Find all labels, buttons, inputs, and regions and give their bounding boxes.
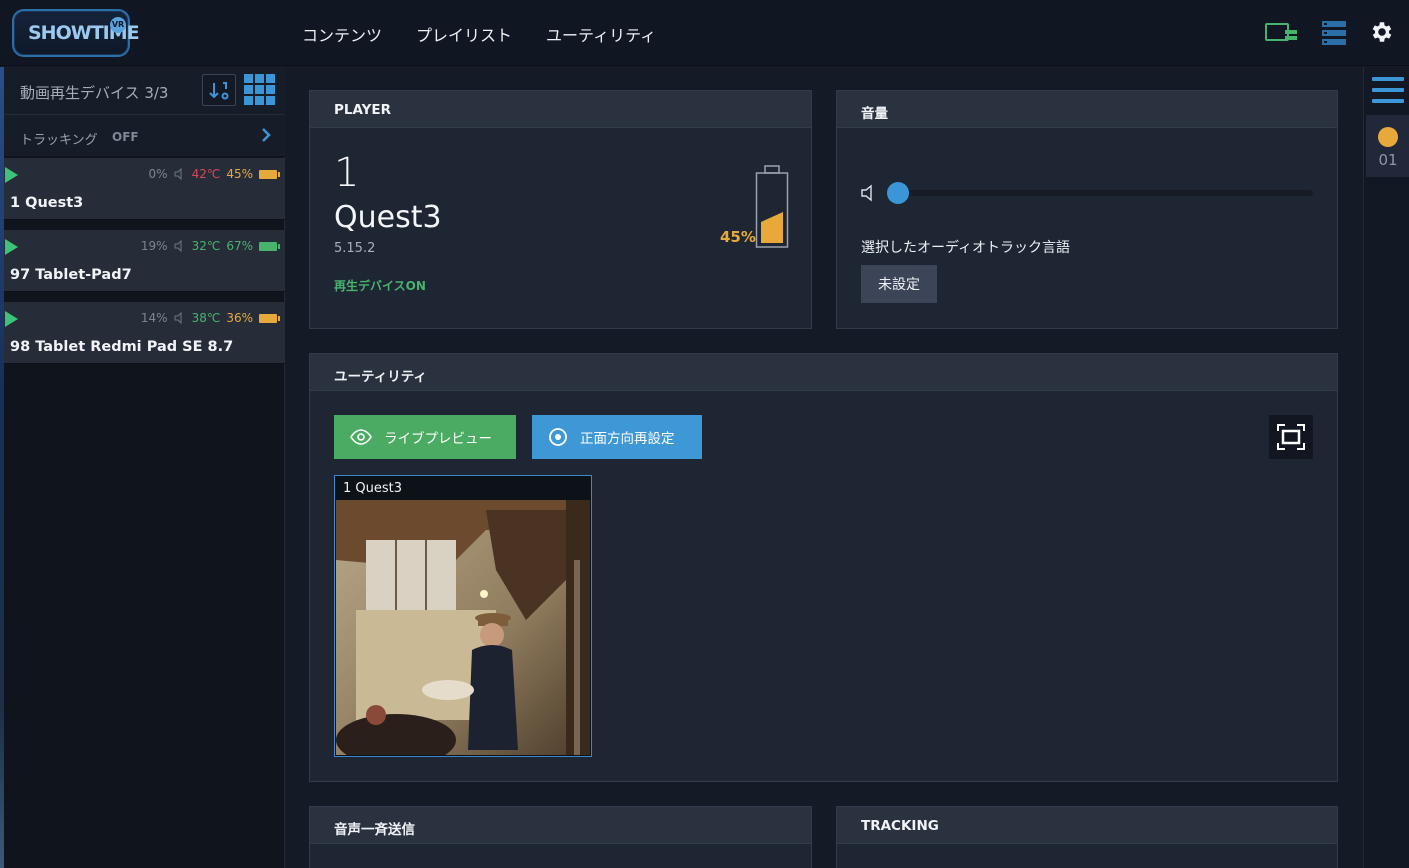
reset-direction-button[interactable]: 正面方向再設定 bbox=[532, 415, 702, 459]
audio-track-label: 選択したオーディオトラック言語 bbox=[861, 240, 1071, 256]
sort-button[interactable] bbox=[202, 74, 236, 106]
device-stats: 14% 38℃ 36% bbox=[140, 311, 280, 325]
device-row[interactable]: 14% 38℃ 36% 98 Tablet Redmi Pad SE 8.7 bbox=[4, 302, 285, 364]
device-row[interactable]: 19% 32℃ 67% 97 Tablet-Pad7 bbox=[4, 230, 285, 292]
panel-title: 音声一斉送信 bbox=[310, 807, 811, 844]
device-volume: 0% bbox=[148, 167, 168, 181]
device-volume: 19% bbox=[140, 239, 168, 253]
device-row[interactable]: 0% 42℃ 45% 1 Quest3 bbox=[4, 158, 285, 220]
volume-slider-handle[interactable] bbox=[887, 182, 909, 204]
device-stats: 19% 32℃ 67% bbox=[140, 239, 280, 253]
speaker-icon bbox=[861, 184, 872, 202]
audio-track-select[interactable]: 未設定 bbox=[861, 265, 937, 303]
tracking-value: OFF bbox=[112, 130, 139, 144]
live-preview-tile[interactable]: 1 Quest3 bbox=[334, 475, 592, 757]
nav-playlist[interactable]: プレイリスト bbox=[416, 22, 512, 46]
device-temperature: 42℃ bbox=[191, 167, 221, 181]
panel-title: TRACKING bbox=[837, 807, 1337, 844]
sidebar-title: 動画再生デバイス 3/3 bbox=[20, 84, 169, 102]
eye-icon bbox=[350, 429, 372, 445]
right-rail: 01 bbox=[1363, 67, 1409, 868]
player-device-name: Quest3 bbox=[334, 200, 442, 235]
tracking-row[interactable]: トラッキング OFF bbox=[4, 115, 285, 157]
tracking-label: トラッキング bbox=[20, 133, 98, 148]
status-dot bbox=[1378, 127, 1398, 147]
live-preview-label: ライブプレビュー bbox=[384, 431, 492, 447]
server-stack-icon[interactable] bbox=[1321, 20, 1347, 46]
player-number: 1 bbox=[334, 150, 360, 196]
top-bar: SHOWTIME VR コンテンツ プレイリスト ユーティリティ bbox=[0, 0, 1409, 66]
target-icon bbox=[549, 428, 567, 446]
device-name: 1 Quest3 bbox=[10, 195, 84, 211]
player-battery-percent: 45% bbox=[720, 228, 756, 246]
panel-title: PLAYER bbox=[310, 91, 811, 128]
player-version: 5.15.2 bbox=[334, 241, 376, 256]
rail-tab-01[interactable]: 01 bbox=[1366, 115, 1409, 177]
menu-icon[interactable] bbox=[1372, 77, 1404, 105]
sort-icon bbox=[209, 82, 229, 100]
device-battery: 45% bbox=[226, 167, 253, 181]
panel-title: 音量 bbox=[837, 91, 1337, 128]
speaker-icon bbox=[174, 168, 182, 180]
device-stats: 0% 42℃ 45% bbox=[148, 167, 280, 181]
utility-panel: ユーティリティ ライブプレビュー 正面方向再設定 1 Quest3 bbox=[309, 353, 1338, 782]
device-volume: 14% bbox=[140, 311, 168, 325]
device-name: 98 Tablet Redmi Pad SE 8.7 bbox=[10, 339, 234, 355]
screen-icon[interactable] bbox=[1265, 20, 1299, 44]
fullscreen-icon bbox=[1277, 424, 1305, 450]
play-icon bbox=[5, 311, 18, 327]
panel-title: ユーティリティ bbox=[310, 354, 1337, 391]
preview-image bbox=[336, 500, 590, 755]
player-status: 再生デバイスON bbox=[334, 279, 426, 293]
live-preview-button[interactable]: ライブプレビュー bbox=[334, 415, 516, 459]
logo-badge: VR bbox=[110, 17, 126, 33]
device-sidebar: 動画再生デバイス 3/3 トラッキング OFF 0% 42℃ 45% 1 Que… bbox=[0, 67, 285, 868]
play-icon bbox=[5, 239, 18, 255]
device-temperature: 32℃ bbox=[191, 239, 221, 253]
battery-icon bbox=[259, 313, 280, 323]
grid-view-icon[interactable] bbox=[244, 74, 276, 106]
sidebar-header: 動画再生デバイス 3/3 bbox=[4, 67, 285, 115]
device-name: 97 Tablet-Pad7 bbox=[10, 267, 132, 283]
device-battery: 36% bbox=[226, 311, 253, 325]
battery-icon bbox=[259, 169, 280, 179]
rail-number: 01 bbox=[1378, 151, 1398, 169]
battery-icon bbox=[259, 241, 280, 251]
showtime-logo[interactable]: SHOWTIME VR bbox=[12, 9, 140, 57]
gear-icon[interactable] bbox=[1369, 19, 1395, 45]
preview-label: 1 Quest3 bbox=[343, 481, 403, 496]
battery-icon bbox=[755, 165, 789, 248]
play-icon bbox=[5, 167, 18, 183]
speaker-icon bbox=[174, 312, 182, 324]
reset-direction-label: 正面方向再設定 bbox=[580, 431, 675, 447]
chevron-right-icon bbox=[262, 128, 271, 142]
device-temperature: 38℃ bbox=[191, 311, 221, 325]
device-battery: 67% bbox=[226, 239, 253, 253]
player-panel: PLAYER 1 Quest3 5.15.2 再生デバイスON 45% bbox=[309, 90, 812, 329]
nav-contents[interactable]: コンテンツ bbox=[302, 22, 382, 46]
volume-slider-track[interactable] bbox=[901, 190, 1313, 196]
volume-panel: 音量 選択したオーディオトラック言語 未設定 bbox=[836, 90, 1338, 329]
fullscreen-button[interactable] bbox=[1269, 415, 1313, 459]
broadcast-panel: 音声一斉送信 bbox=[309, 806, 812, 868]
nav-utility[interactable]: ユーティリティ bbox=[546, 22, 656, 46]
tracking-panel: TRACKING bbox=[836, 806, 1338, 868]
main-nav: コンテンツ プレイリスト ユーティリティ bbox=[302, 22, 656, 46]
speaker-icon bbox=[174, 240, 182, 252]
